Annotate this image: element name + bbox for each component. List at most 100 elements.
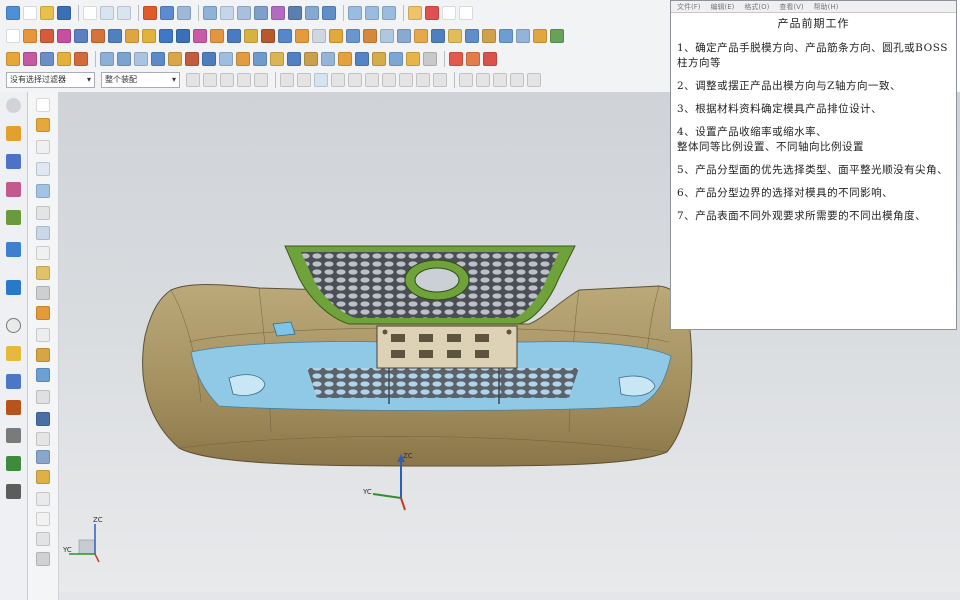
process-studio-icon[interactable] (6, 346, 21, 361)
hd3d-tools-icon[interactable] (6, 242, 21, 257)
snap-quadrant-icon[interactable] (382, 73, 396, 87)
system-materials-icon[interactable] (6, 456, 21, 471)
subtract-icon[interactable] (185, 52, 199, 66)
snap-tangent-icon[interactable] (493, 73, 507, 87)
family-mold-icon[interactable] (108, 29, 122, 43)
parting-navigator-icon[interactable] (36, 286, 50, 300)
split-solid-icon[interactable] (482, 29, 496, 43)
redo-icon[interactable] (117, 6, 131, 20)
parting-line-icon[interactable] (36, 348, 50, 362)
ribbon-icon[interactable] (36, 306, 50, 320)
save-icon[interactable] (57, 6, 71, 20)
view-right-icon[interactable] (382, 6, 396, 20)
menu-view[interactable]: 查看(V) (779, 2, 803, 12)
roles-icon[interactable] (6, 400, 21, 415)
view-front-icon[interactable] (348, 6, 362, 20)
render-style-icon[interactable] (305, 6, 319, 20)
grid-icon[interactable] (36, 512, 50, 526)
mirror-icon[interactable] (355, 52, 369, 66)
swap-model-icon[interactable] (36, 246, 50, 260)
window-icon[interactable] (177, 6, 191, 20)
snap-on-curve-icon[interactable] (416, 73, 430, 87)
view-manager-icon[interactable] (397, 29, 411, 43)
assembly-scope-select[interactable]: 整个装配 (101, 72, 180, 88)
shaded-icon[interactable] (322, 6, 336, 20)
system-scene-icon[interactable] (6, 428, 21, 443)
analysis-icon[interactable] (408, 6, 422, 20)
edge-patch-icon[interactable] (533, 29, 547, 43)
project-init-icon[interactable] (23, 29, 37, 43)
sew-icon[interactable] (406, 52, 420, 66)
web-browser-icon[interactable] (6, 280, 21, 295)
constraint-navigator-icon[interactable] (6, 154, 21, 169)
split-face-icon[interactable] (36, 368, 50, 382)
sketch-line-icon[interactable] (425, 6, 439, 20)
gate-icon[interactable] (244, 29, 258, 43)
mold-design-validation-icon[interactable] (448, 29, 462, 43)
draft-icon[interactable] (134, 52, 148, 66)
curve-rule-icon[interactable] (220, 73, 234, 87)
fit-icon[interactable] (203, 6, 217, 20)
snap-endpoint-icon[interactable] (280, 73, 294, 87)
pan-icon[interactable] (237, 6, 251, 20)
move-face-icon[interactable] (287, 52, 301, 66)
arc-icon[interactable] (466, 52, 480, 66)
repeat-command-icon[interactable] (143, 6, 157, 20)
bom-icon[interactable] (346, 29, 360, 43)
check-region-icon[interactable] (36, 98, 50, 112)
blend-icon[interactable] (100, 52, 114, 66)
trim-icon[interactable] (312, 29, 326, 43)
extract-geometry-icon[interactable] (372, 52, 386, 66)
surface-patch-icon[interactable] (516, 29, 530, 43)
feature-select-icon[interactable] (203, 73, 217, 87)
part-navigator-icon[interactable] (6, 182, 21, 197)
lifter-icon[interactable] (36, 470, 50, 484)
rotate-icon[interactable] (254, 6, 268, 20)
shell-icon[interactable] (151, 52, 165, 66)
intersect-icon[interactable] (202, 52, 216, 66)
line-icon[interactable] (449, 52, 463, 66)
snap-midpoint-icon[interactable] (297, 73, 311, 87)
pattern-icon[interactable] (338, 52, 352, 66)
boss-icon[interactable] (57, 52, 71, 66)
resize-blend-icon[interactable] (321, 52, 335, 66)
layout-icon[interactable] (6, 29, 20, 43)
delete-face-icon[interactable] (304, 52, 318, 66)
mold-csys-icon[interactable] (40, 29, 54, 43)
design-parting-surface-icon[interactable] (36, 184, 50, 198)
parting-icon[interactable] (142, 29, 156, 43)
shrinkage-icon[interactable] (57, 29, 71, 43)
menu-file[interactable]: 文件(F) (677, 2, 701, 12)
cut-icon[interactable] (83, 6, 97, 20)
backup-parting-icon[interactable] (36, 266, 50, 280)
subinsert-icon[interactable] (227, 29, 241, 43)
open-file-icon[interactable] (40, 6, 54, 20)
extend-sheet-icon[interactable] (550, 29, 564, 43)
assembly-navigator-icon[interactable] (6, 126, 21, 141)
extrude-icon[interactable] (6, 52, 20, 66)
snap-intersection-icon[interactable] (348, 73, 362, 87)
reuse-library-icon[interactable] (6, 210, 21, 225)
select-all-icon[interactable] (186, 73, 200, 87)
manufacturing-wizard-icon[interactable] (6, 374, 21, 389)
standard-parts-icon[interactable] (176, 29, 190, 43)
view-top-icon[interactable] (365, 6, 379, 20)
point-icon[interactable] (442, 6, 456, 20)
offset-face-icon[interactable] (253, 52, 267, 66)
selection-filter-select[interactable]: 没有选择过滤器 (6, 72, 95, 88)
more-icon[interactable] (423, 52, 437, 66)
solid-patch-icon[interactable] (499, 29, 513, 43)
quick-measure-icon[interactable] (36, 432, 50, 446)
workpiece-icon[interactable] (74, 29, 88, 43)
menu-edit[interactable]: 编辑(E) (711, 2, 735, 12)
snap-point-icon[interactable] (527, 73, 541, 87)
face-rule-icon[interactable] (237, 73, 251, 87)
extend-surface-icon[interactable] (36, 328, 50, 342)
pocket-icon[interactable] (329, 29, 343, 43)
define-cavity-core-icon[interactable] (36, 226, 50, 240)
unite-icon[interactable] (168, 52, 182, 66)
settings-icon[interactable] (6, 98, 21, 113)
split-body-icon[interactable] (236, 52, 250, 66)
electrode-icon[interactable] (295, 29, 309, 43)
notepad-window[interactable]: 文件(F) 编辑(E) 格式(O) 查看(V) 帮助(H) 产品前期工作 1、确… (670, 0, 957, 330)
